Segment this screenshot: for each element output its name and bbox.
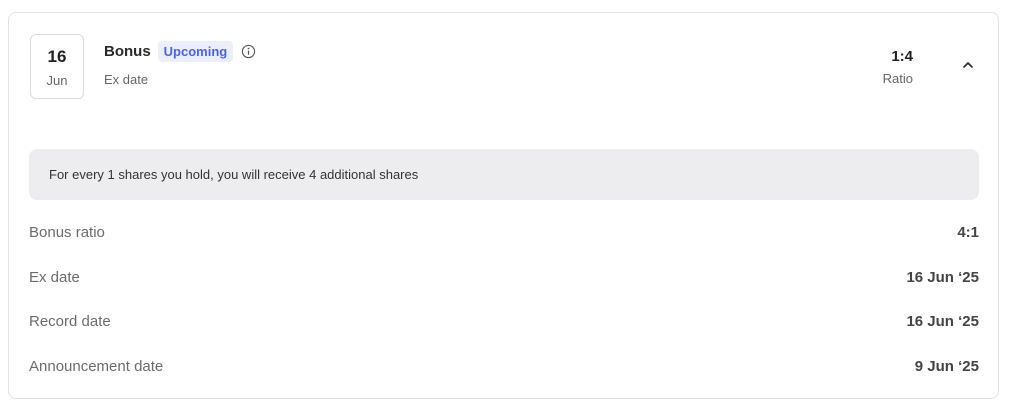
subtitle: Ex date [104,72,149,87]
ratio-value: 1:4 [891,48,913,65]
action-title: Bonus [104,43,151,60]
corporate-action-card: 16 Jun Bonus Upcoming Ex date 1:4 Ratio … [8,12,999,399]
date-box: 16 Jun [30,34,84,99]
status-badge: Upcoming [157,41,234,62]
detail-label: Announcement date [29,357,164,375]
detail-row-record-date: Record date 16 Jun ‘25 [29,311,979,331]
detail-value: 16 Jun ‘25 [906,268,979,286]
detail-row-bonus-ratio: Bonus ratio 4:1 [29,222,979,242]
detail-value: 16 Jun ‘25 [906,312,979,330]
detail-value: 4:1 [957,223,979,241]
detail-label: Record date [29,312,111,330]
detail-label: Bonus ratio [29,223,105,241]
chevron-up-icon[interactable] [960,57,976,73]
detail-label: Ex date [29,268,80,286]
detail-row-announcement-date: Announcement date 9 Jun ‘25 [29,356,979,376]
title-row: Bonus Upcoming [104,41,256,62]
date-month: Jun [46,73,68,88]
detail-value: 9 Jun ‘25 [914,357,979,375]
date-day: 16 [47,47,67,66]
ratio-label: Ratio [882,71,913,86]
bonus-explanation: For every 1 shares you hold, you will re… [29,149,979,200]
info-icon[interactable] [241,44,256,59]
detail-row-ex-date: Ex date 16 Jun ‘25 [29,267,979,287]
